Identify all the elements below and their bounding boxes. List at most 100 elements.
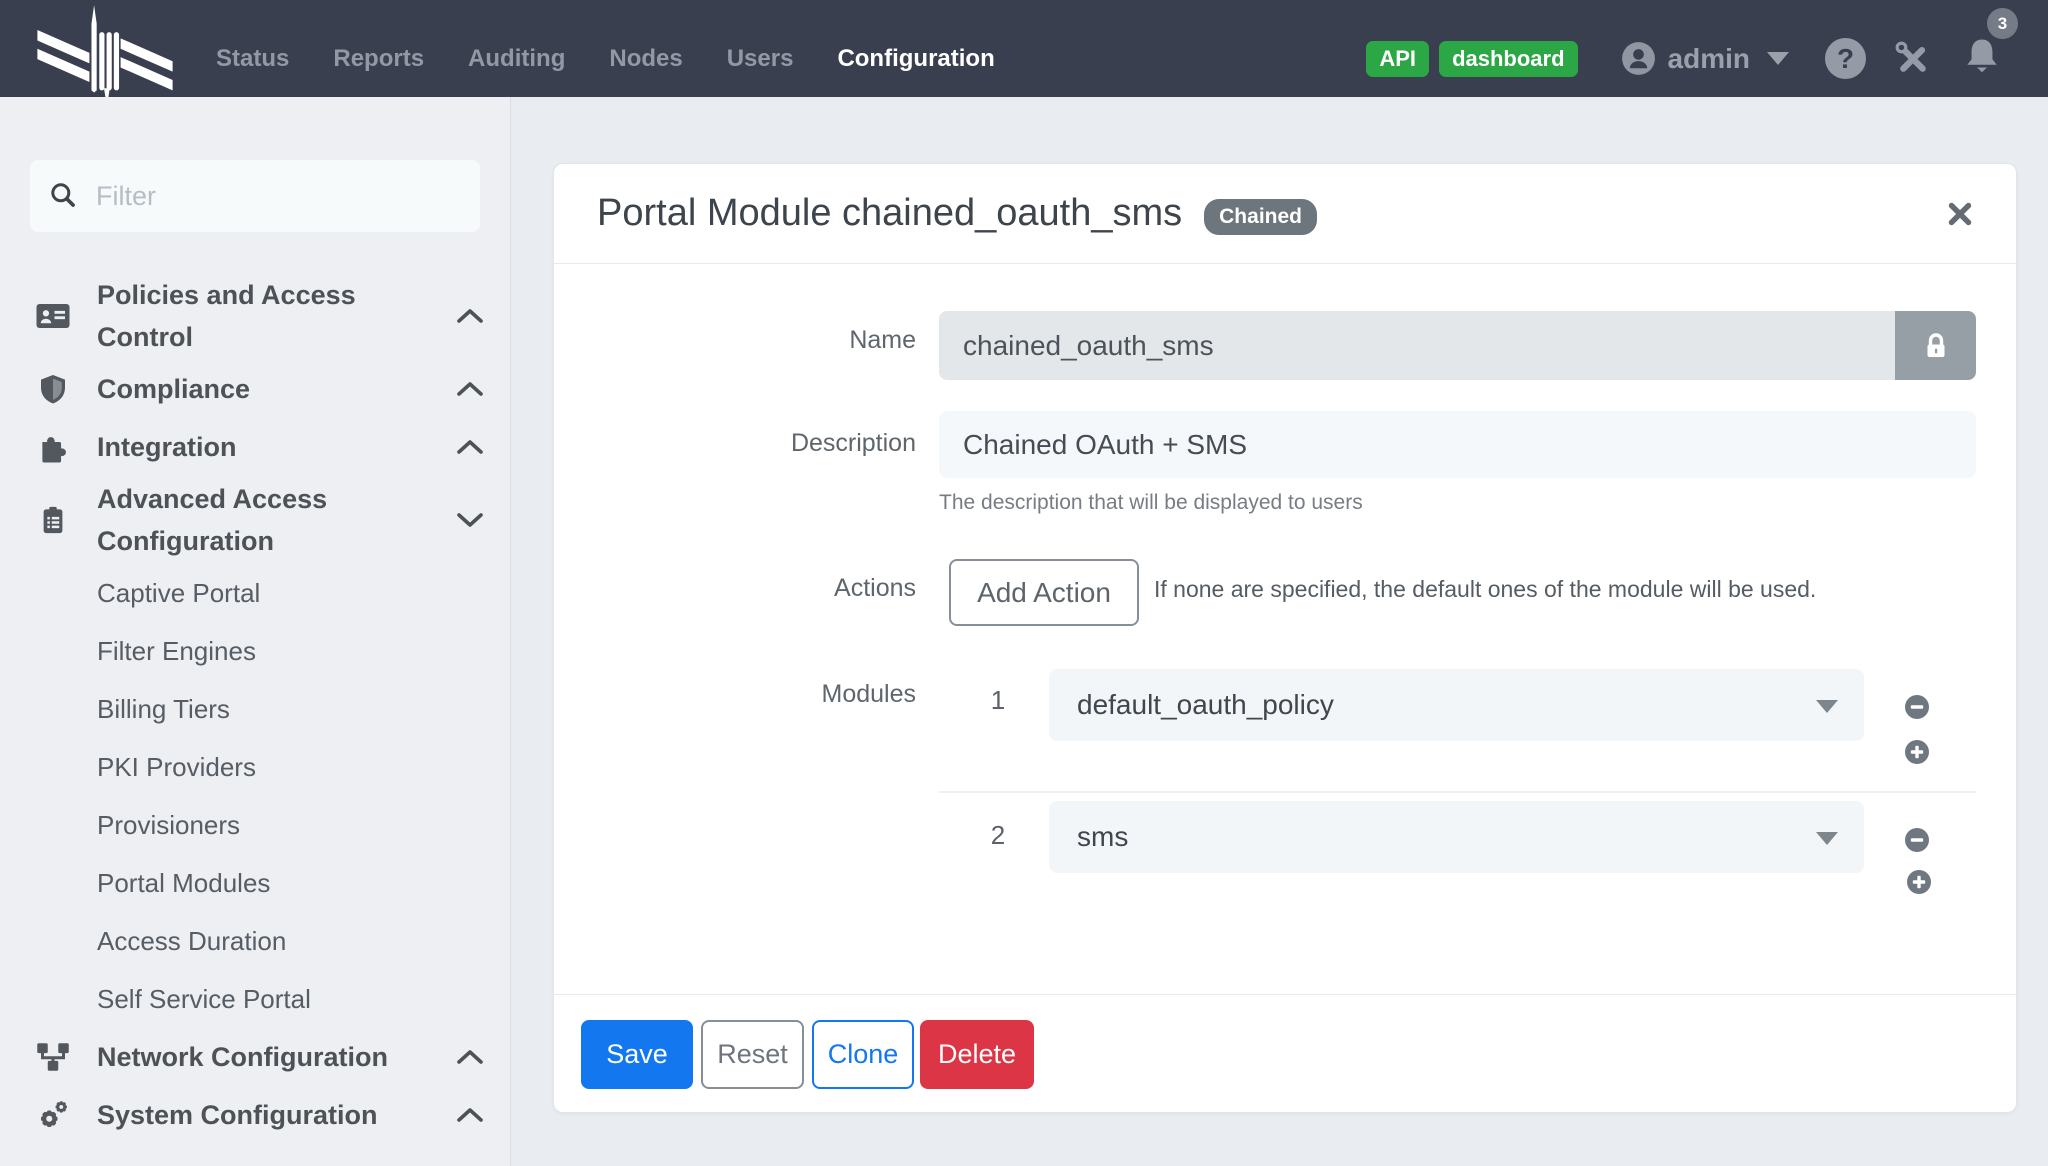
sidebar-section-label: Integration bbox=[97, 432, 237, 462]
sidebar-item-pki-providers[interactable]: PKI Providers bbox=[0, 738, 511, 796]
nav-users[interactable]: Users bbox=[727, 45, 794, 73]
name-label: Name bbox=[849, 326, 916, 354]
module-select-1[interactable]: default_oauth_policy bbox=[1049, 669, 1864, 741]
sidebar-item-access-duration[interactable]: Access Duration bbox=[0, 912, 511, 970]
portal-module-card: Portal Module chained_oauth_sms Chained … bbox=[553, 163, 2017, 1113]
page-title: Portal Module chained_oauth_sms bbox=[597, 192, 1183, 234]
module-row-divider bbox=[939, 791, 1976, 793]
module-select-value: sms bbox=[1077, 821, 1129, 852]
sidebar-item-portal-modules[interactable]: Portal Modules bbox=[0, 854, 511, 912]
search-icon bbox=[51, 183, 75, 207]
sidebar-section-label: Policies and Access Control bbox=[97, 280, 356, 352]
sidebar-item-captive-portal[interactable]: Captive Portal bbox=[0, 564, 511, 622]
help-icon[interactable]: ? bbox=[1825, 38, 1866, 79]
sidebar-item-filter-engines[interactable]: Filter Engines bbox=[0, 622, 511, 680]
tools-icon[interactable] bbox=[1892, 38, 1934, 80]
delete-button[interactable]: Delete bbox=[920, 1020, 1034, 1089]
remove-module-button[interactable] bbox=[1904, 827, 1930, 853]
sidebar-section-integration[interactable]: Integration bbox=[0, 418, 511, 476]
barbed-wire-logo-icon bbox=[37, 5, 173, 107]
sidebar-item-label: Self Service Portal bbox=[97, 984, 311, 1014]
bell-icon bbox=[1967, 39, 1997, 73]
lock-icon bbox=[1927, 332, 1944, 357]
sidebar-section-label: Advanced Access Configuration bbox=[97, 484, 328, 556]
filter-input[interactable] bbox=[94, 179, 462, 213]
puzzle-icon bbox=[30, 430, 76, 464]
name-input bbox=[939, 311, 1895, 380]
packetfence-logo[interactable] bbox=[0, 3, 210, 107]
footer-divider bbox=[554, 994, 2016, 995]
sidebar-section-compliance[interactable]: Compliance bbox=[0, 360, 511, 418]
sidebar-item-provisioners[interactable]: Provisioners bbox=[0, 796, 511, 854]
nav-status[interactable]: Status bbox=[216, 45, 289, 73]
sidebar-section-network-configuration[interactable]: Network Configuration bbox=[0, 1028, 511, 1086]
module-row-index: 2 bbox=[990, 820, 1006, 850]
shield-icon bbox=[30, 372, 76, 406]
nav-auditing[interactable]: Auditing bbox=[468, 45, 565, 73]
network-icon bbox=[30, 1039, 76, 1075]
module-select-2[interactable]: sms bbox=[1049, 801, 1864, 873]
nav-reports[interactable]: Reports bbox=[333, 45, 424, 73]
save-button[interactable]: Save bbox=[581, 1020, 693, 1089]
actions-label: Actions bbox=[834, 574, 916, 602]
sidebar-section-label: Compliance bbox=[97, 374, 251, 404]
sidebar-item-label: PKI Providers bbox=[97, 752, 256, 782]
module-type-badge: Chained bbox=[1204, 198, 1317, 235]
gears-icon bbox=[30, 1097, 76, 1133]
id-card-icon bbox=[30, 298, 76, 334]
clone-button[interactable]: Clone bbox=[812, 1020, 914, 1089]
sidebar-item-billing-tiers[interactable]: Billing Tiers bbox=[0, 680, 511, 738]
sidebar-section-advanced-access[interactable]: Advanced Access Configuration bbox=[0, 476, 511, 564]
close-icon[interactable] bbox=[1942, 196, 1978, 232]
module-row-index: 1 bbox=[990, 685, 1006, 715]
nav-nodes[interactable]: Nodes bbox=[609, 45, 682, 73]
config-sidebar: Policies and Access Control Compliance bbox=[0, 97, 511, 1166]
chevron-up-icon bbox=[455, 437, 485, 457]
description-input[interactable] bbox=[939, 411, 1976, 478]
chevron-down-icon bbox=[1767, 52, 1789, 65]
add-module-button[interactable] bbox=[1906, 869, 1932, 895]
sidebar-section-label: Network Configuration bbox=[97, 1042, 388, 1072]
sidebar-item-label: Billing Tiers bbox=[97, 694, 230, 724]
add-action-button[interactable]: Add Action bbox=[949, 559, 1139, 626]
api-badge[interactable]: API bbox=[1366, 40, 1430, 77]
sidebar-section-policies[interactable]: Policies and Access Control bbox=[0, 272, 511, 360]
chevron-down-icon bbox=[1816, 832, 1838, 845]
chevron-down-icon bbox=[1816, 700, 1838, 713]
user-menu[interactable]: admin bbox=[1618, 38, 1789, 79]
plus-circle-icon bbox=[1907, 870, 1931, 894]
actions-help-text: If none are specified, the default ones … bbox=[1154, 576, 1817, 602]
sidebar-section-label: System Configuration bbox=[97, 1100, 378, 1130]
sidebar-item-label: Filter Engines bbox=[97, 636, 256, 666]
plus-circle-icon bbox=[1905, 740, 1929, 764]
clipboard-list-icon bbox=[30, 502, 76, 538]
chevron-up-icon bbox=[455, 379, 485, 399]
dashboard-badge[interactable]: dashboard bbox=[1439, 40, 1578, 77]
notifications-bell[interactable]: 3 bbox=[1960, 8, 2018, 83]
sidebar-section-system-configuration[interactable]: System Configuration bbox=[0, 1086, 511, 1144]
chevron-up-icon bbox=[455, 306, 485, 326]
top-navbar: Status Reports Auditing Nodes Users Conf… bbox=[0, 0, 2048, 107]
chevron-up-icon bbox=[455, 1105, 485, 1125]
sidebar-item-label: Provisioners bbox=[97, 810, 241, 840]
nav-configuration[interactable]: Configuration bbox=[837, 45, 994, 73]
add-module-button[interactable] bbox=[1904, 739, 1930, 765]
sidebar-filter[interactable] bbox=[30, 160, 480, 232]
remove-module-button[interactable] bbox=[1904, 694, 1930, 720]
sidebar-menu: Policies and Access Control Compliance I… bbox=[0, 272, 511, 1144]
sidebar-item-label: Portal Modules bbox=[97, 868, 271, 898]
lock-button[interactable] bbox=[1895, 311, 1976, 380]
username: admin bbox=[1667, 42, 1750, 74]
sidebar-item-label: Captive Portal bbox=[97, 578, 261, 608]
module-select-value: default_oauth_policy bbox=[1077, 689, 1334, 720]
name-input-group bbox=[939, 311, 1976, 380]
sidebar-item-self-service-portal[interactable]: Self Service Portal bbox=[0, 970, 511, 1028]
minus-circle-icon bbox=[1905, 828, 1929, 852]
sidebar-item-label: Access Duration bbox=[97, 926, 287, 956]
wrench-screwdriver-icon bbox=[1895, 41, 1926, 72]
reset-button[interactable]: Reset bbox=[701, 1020, 804, 1089]
chevron-down-icon bbox=[455, 510, 485, 530]
user-icon bbox=[1621, 42, 1655, 75]
app-screen: Status Reports Auditing Nodes Users Conf… bbox=[0, 0, 2048, 1166]
modules-label: Modules bbox=[821, 680, 917, 708]
